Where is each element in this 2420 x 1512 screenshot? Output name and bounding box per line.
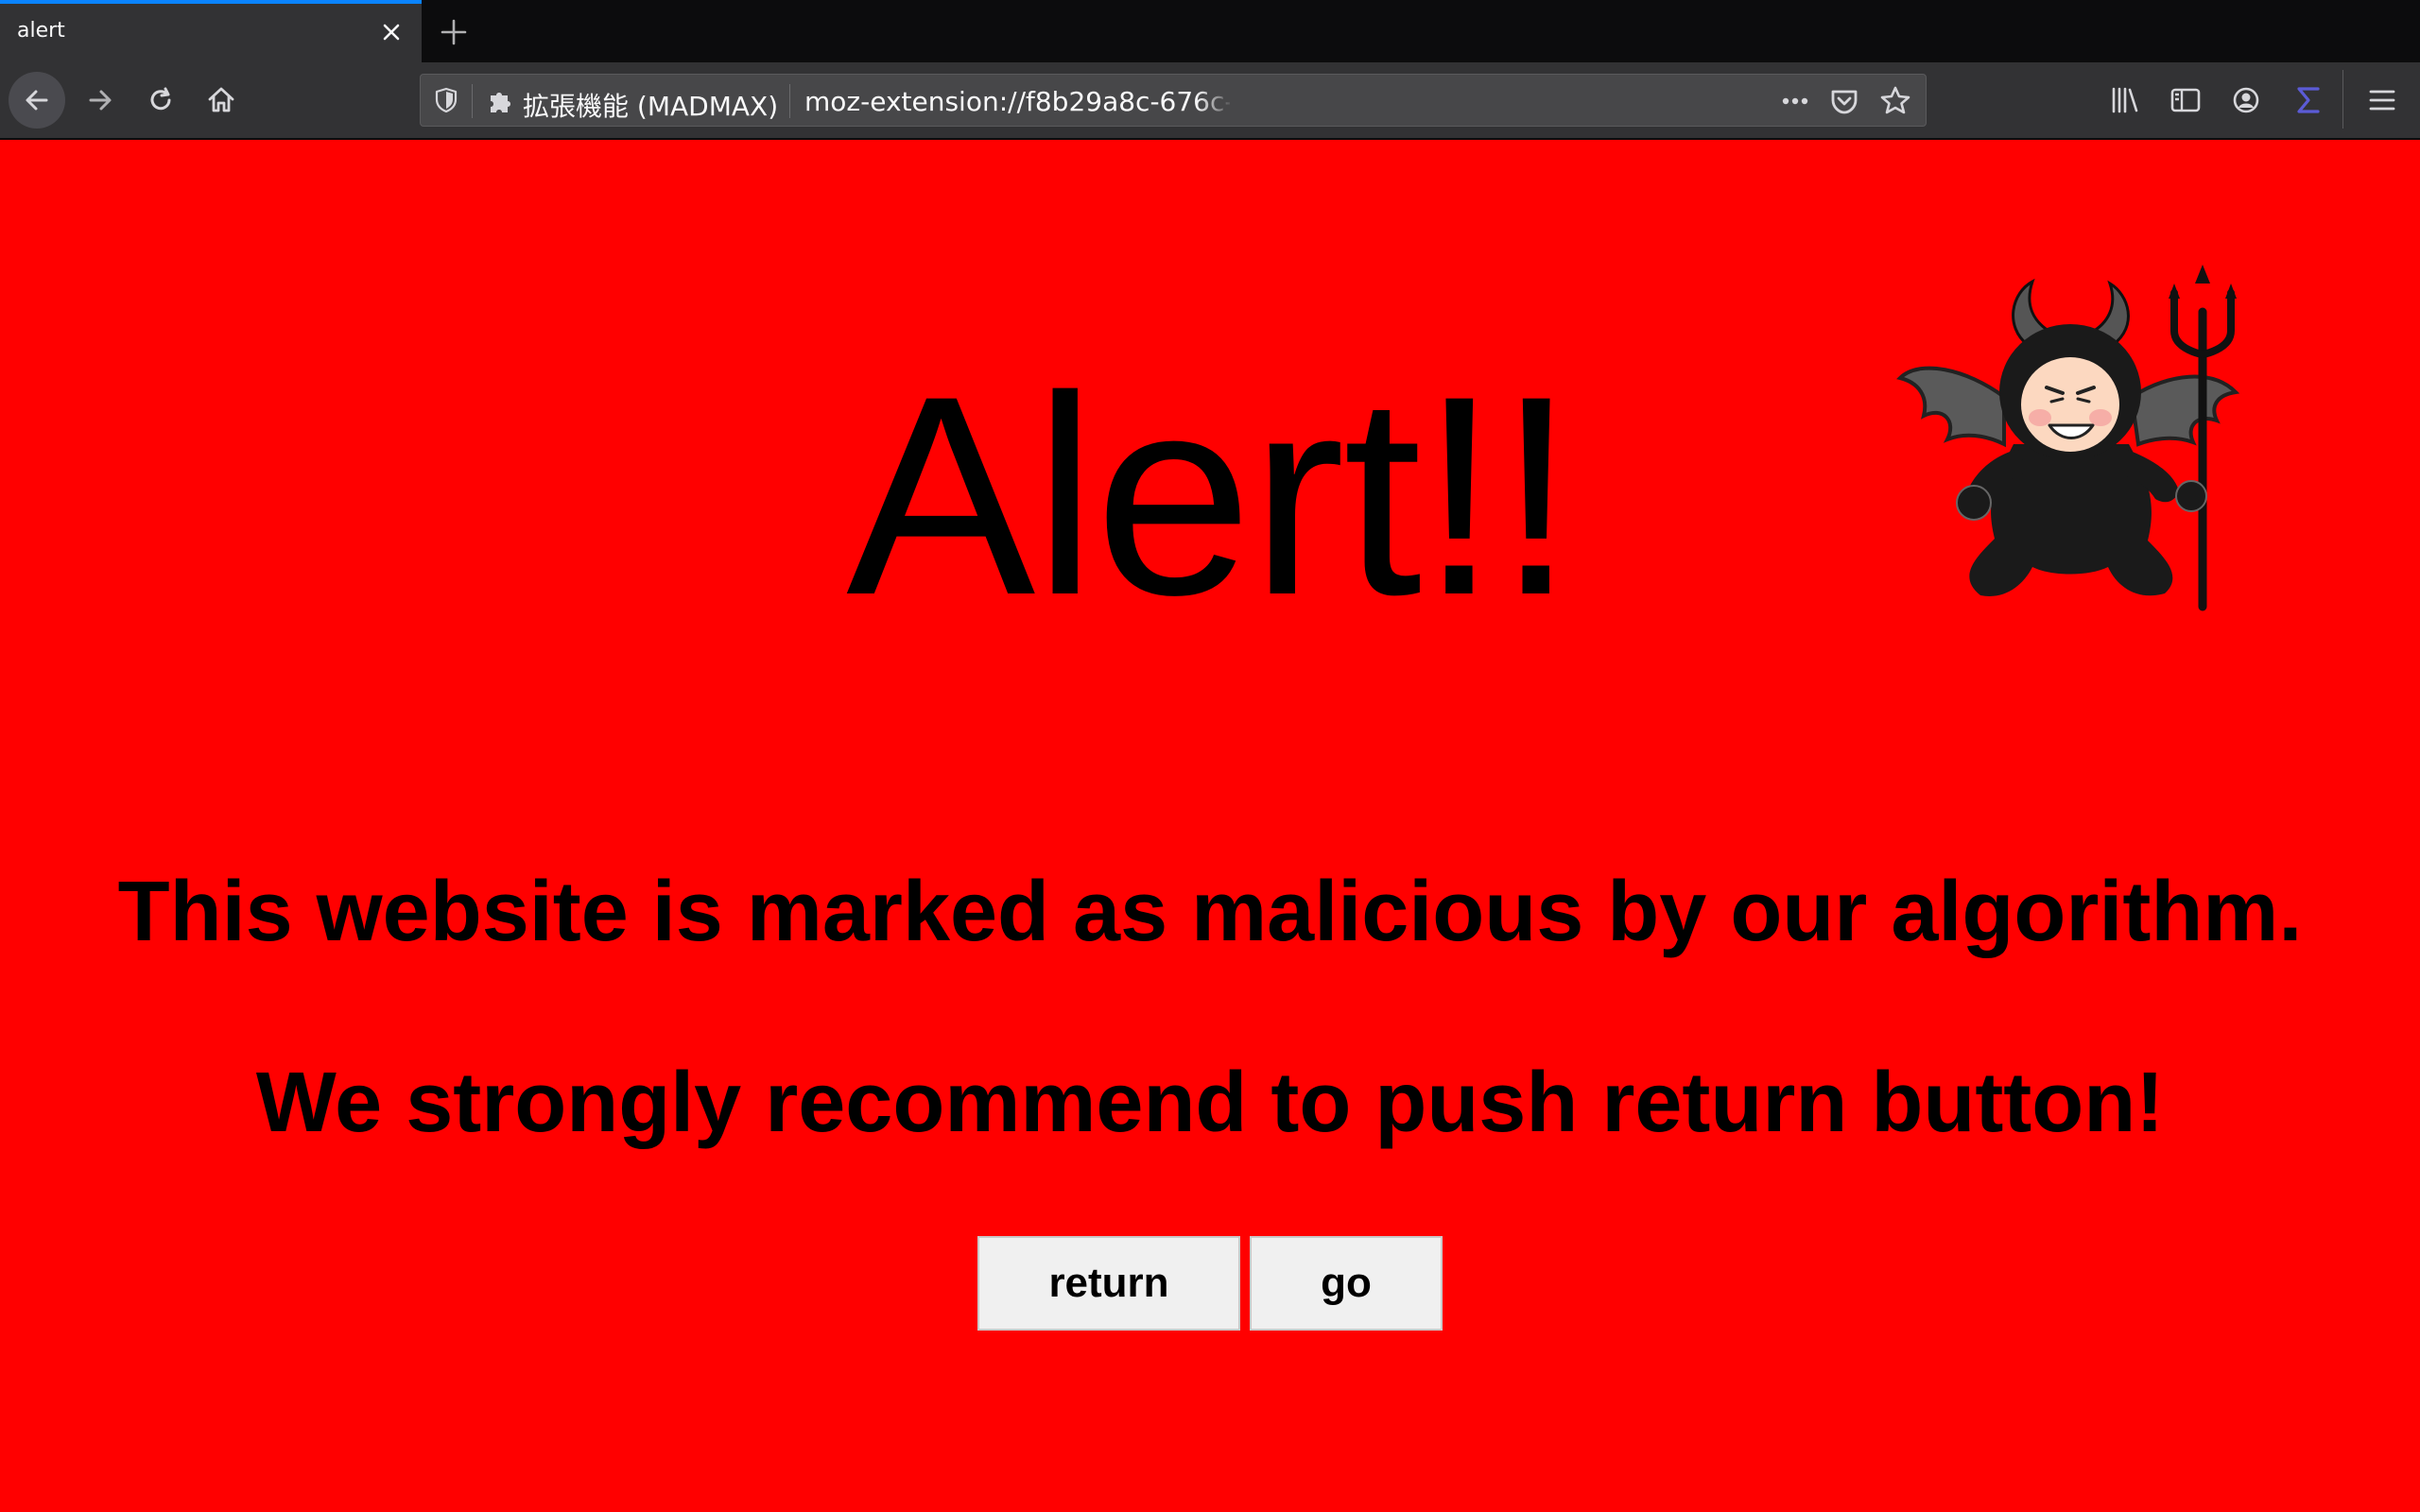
url-bar[interactable]: 拡張機能 (MADMAX) moz-extension://f8b29a8c-6… [420,74,1927,127]
url-text[interactable]: moz-extension://f8b29a8c-676c-b64a-8374-… [804,86,1230,117]
url-fade [1196,78,1234,122]
left-wing [1896,366,2006,448]
home-icon [208,87,234,112]
sidebar-icon[interactable] [2167,81,2204,119]
account-icon[interactable] [2227,81,2265,119]
return-button[interactable]: return [977,1236,1240,1331]
malicious-warning-text: This website is marked as malicious by o… [117,865,2303,959]
extension-sigma-icon[interactable] [2290,81,2327,119]
tab-active-indicator [0,0,422,4]
hamburger-menu-icon[interactable] [2363,81,2401,119]
back-button[interactable] [9,72,65,129]
reload-button[interactable] [132,72,189,129]
left-fist [1956,485,1992,521]
toolbar-separator [2342,70,2343,129]
right-fist [2175,480,2207,512]
right-wing [2129,374,2240,447]
arrow-right-icon [89,90,112,111]
recommendation-text: We strongly recommend to push return but… [255,1056,2165,1150]
tab-title: alert [17,19,65,43]
go-button[interactable]: go [1250,1236,1443,1331]
extension-identity-label[interactable]: 拡張機能 (MADMAX) [523,86,778,124]
tab-alert[interactable]: alert [0,0,422,62]
pocket-icon[interactable] [1827,84,1861,118]
toolbar-border [0,138,2420,140]
bookmark-star-icon[interactable] [1878,84,1912,118]
new-tab-plus-icon[interactable] [437,15,471,49]
forward-button[interactable] [72,72,129,129]
arrow-left-icon [26,90,48,111]
reload-icon [150,87,171,111]
page-actions-ellipsis-icon[interactable] [1776,84,1814,118]
navigation-toolbar: 拡張機能 (MADMAX) moz-extension://f8b29a8c-6… [0,62,2420,138]
close-icon[interactable] [376,17,406,47]
devil-illustration [1896,265,2240,611]
puzzle-piece-icon [491,93,510,112]
tracking-protection-shield-icon[interactable] [432,86,460,114]
home-button[interactable] [193,72,250,129]
url-separator [472,84,473,118]
url-separator [789,84,790,118]
library-icon[interactable] [2106,81,2144,119]
tab-strip: alert [0,0,2420,62]
